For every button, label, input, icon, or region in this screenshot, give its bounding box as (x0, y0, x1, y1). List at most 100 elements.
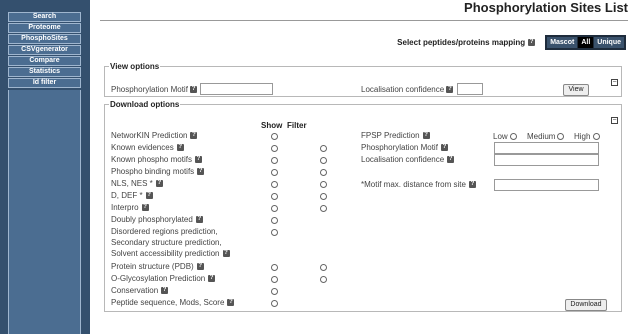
help-icon[interactable]: ? (197, 168, 205, 176)
help-icon[interactable]: ? (161, 287, 169, 295)
show-radio-o-glycosylation[interactable] (271, 276, 278, 283)
show-radio-interpro[interactable] (271, 205, 278, 212)
row-doubly-phosphorylated: Doubly phosphorylated? (111, 215, 203, 224)
show-radio-known-evidences[interactable] (271, 145, 278, 152)
filter-radio-nls-nes[interactable] (320, 181, 327, 188)
collapse-icon[interactable]: − (611, 79, 618, 86)
row-solvent-accessibility: Solvent accessibility prediction? (111, 249, 230, 258)
filter-radio-phospho-binding-motifs[interactable] (320, 169, 327, 176)
filter-radio-d-def[interactable] (320, 193, 327, 200)
mapping-toggle-group: Mascot All Unique (545, 35, 626, 50)
help-icon[interactable]: ? (222, 250, 230, 258)
nav-compare[interactable]: Compare (8, 56, 81, 66)
row-nls-nes: NLS, NES *? (111, 179, 163, 188)
download-options-panel: Download options − Show Filter NetworKIN… (104, 100, 622, 312)
filter-radio-interpro[interactable] (320, 205, 327, 212)
help-icon[interactable]: ? (190, 86, 198, 94)
collapse-icon[interactable]: − (611, 117, 618, 124)
row-known-evidences: Known evidences? (111, 143, 184, 152)
help-icon[interactable]: ? (196, 263, 204, 271)
row-disordered-regions: Disordered regions prediction, (111, 227, 218, 236)
help-icon[interactable]: ? (447, 156, 455, 164)
motif-distance-input[interactable] (494, 179, 599, 191)
motif-input[interactable] (200, 83, 273, 95)
nav-statistics[interactable]: Statistics (8, 67, 81, 77)
nav-phosphosites[interactable]: PhosphoSites (8, 34, 81, 44)
title-divider (100, 20, 628, 21)
fpsp-low-label: Low (493, 132, 508, 141)
filter-radio-protein-structure[interactable] (320, 264, 327, 271)
mapping-all-button[interactable]: All (578, 37, 594, 48)
help-icon[interactable]: ? (194, 156, 202, 164)
fpsp-medium-radio[interactable] (557, 133, 564, 140)
fpsp-high-radio[interactable] (593, 133, 600, 140)
confidence-input[interactable] (457, 83, 483, 95)
filter-radio-known-phospho-motifs[interactable] (320, 157, 327, 164)
filter-motif-input[interactable] (494, 142, 599, 154)
download-button[interactable]: Download (565, 299, 607, 311)
show-radio-known-phospho-motifs[interactable] (271, 157, 278, 164)
row-networkin: NetworKIN Prediction? (111, 131, 198, 140)
show-radio-conservation[interactable] (271, 288, 278, 295)
show-radio-protein-structure[interactable] (271, 264, 278, 271)
help-icon[interactable]: ? (468, 181, 476, 189)
help-icon[interactable]: ? (528, 39, 536, 46)
filter-radio-known-evidences[interactable] (320, 145, 327, 152)
help-icon[interactable]: ? (195, 216, 203, 224)
show-radio-nls-nes[interactable] (271, 181, 278, 188)
help-icon[interactable]: ? (440, 144, 448, 152)
help-icon[interactable]: ? (208, 275, 216, 283)
mapping-label: Select peptides/proteins mapping (397, 38, 526, 47)
row-peptide-sequence: Peptide sequence, Mods, Score? (111, 298, 235, 307)
help-icon[interactable]: ? (155, 180, 163, 188)
show-radio-doubly-phosphorylated[interactable] (271, 217, 278, 224)
help-icon[interactable]: ? (176, 144, 184, 152)
row-phospho-binding-motifs: Phospho binding motifs? (111, 167, 205, 176)
nav-csvgenerator[interactable]: CSVgenerator (8, 45, 81, 55)
nav-search[interactable]: Search (8, 12, 81, 22)
show-column-header: Show (261, 121, 283, 130)
fpsp-low-radio[interactable] (510, 133, 517, 140)
view-options-title: View options (110, 62, 160, 71)
fpsp-medium-label: Medium (527, 132, 556, 141)
help-icon[interactable]: ? (422, 132, 430, 140)
filter-column-header: Filter (287, 121, 307, 130)
filter-confidence-label: Localisation confidence? (361, 155, 455, 164)
view-button[interactable]: View (563, 84, 589, 96)
row-protein-structure: Protein structure (PDB)? (111, 262, 204, 271)
filter-motif-label: Phosphorylation Motif? (361, 143, 448, 152)
show-radio-d-def[interactable] (271, 193, 278, 200)
mapping-unique-button[interactable]: Unique (594, 37, 624, 48)
show-radio-peptide-sequence[interactable] (271, 300, 278, 307)
filter-confidence-input[interactable] (494, 154, 599, 166)
row-o-glycosylation: O-Glycosylation Prediction? (111, 274, 216, 283)
row-known-phospho-motifs: Known phospho motifs? (111, 155, 202, 164)
row-interpro: Interpro? (111, 203, 149, 212)
help-icon[interactable]: ? (145, 192, 153, 200)
view-options-panel: View options − Phosphorylation Motif ? L… (104, 62, 622, 97)
help-icon[interactable]: ? (227, 299, 235, 307)
sidebar-nav: Search Proteome PhosphoSites CSVgenerato… (8, 12, 81, 89)
help-icon[interactable]: ? (190, 132, 198, 140)
fpsp-high-label: High (574, 132, 591, 141)
main-content: Phosphorylation Sites List Select peptid… (100, 0, 628, 334)
show-radio-disordered-regions[interactable] (271, 229, 278, 236)
help-icon[interactable]: ? (141, 204, 149, 212)
confidence-label: Localisation confidence ? (361, 85, 454, 94)
show-radio-networkin[interactable] (271, 133, 278, 140)
nav-id-filter[interactable]: Id filter (8, 78, 81, 88)
row-secondary-structure: Secondary structure prediction, (111, 238, 222, 247)
fpsp-prediction-label: FPSP Prediction? (361, 131, 430, 140)
sidebar: Search Proteome PhosphoSites CSVgenerato… (0, 0, 90, 334)
download-options-title: Download options (110, 100, 180, 109)
page-title: Phosphorylation Sites List (464, 0, 628, 15)
show-radio-phospho-binding-motifs[interactable] (271, 169, 278, 176)
filter-radio-o-glycosylation[interactable] (320, 276, 327, 283)
row-conservation: Conservation? (111, 286, 169, 295)
nav-proteome[interactable]: Proteome (8, 23, 81, 33)
mapping-mascot-button[interactable]: Mascot (547, 37, 578, 48)
sidebar-panel (8, 90, 81, 334)
help-icon[interactable]: ? (446, 86, 454, 94)
motif-label: Phosphorylation Motif ? (111, 85, 198, 94)
mapping-selector: Select peptides/proteins mapping ? Masco… (397, 35, 626, 50)
